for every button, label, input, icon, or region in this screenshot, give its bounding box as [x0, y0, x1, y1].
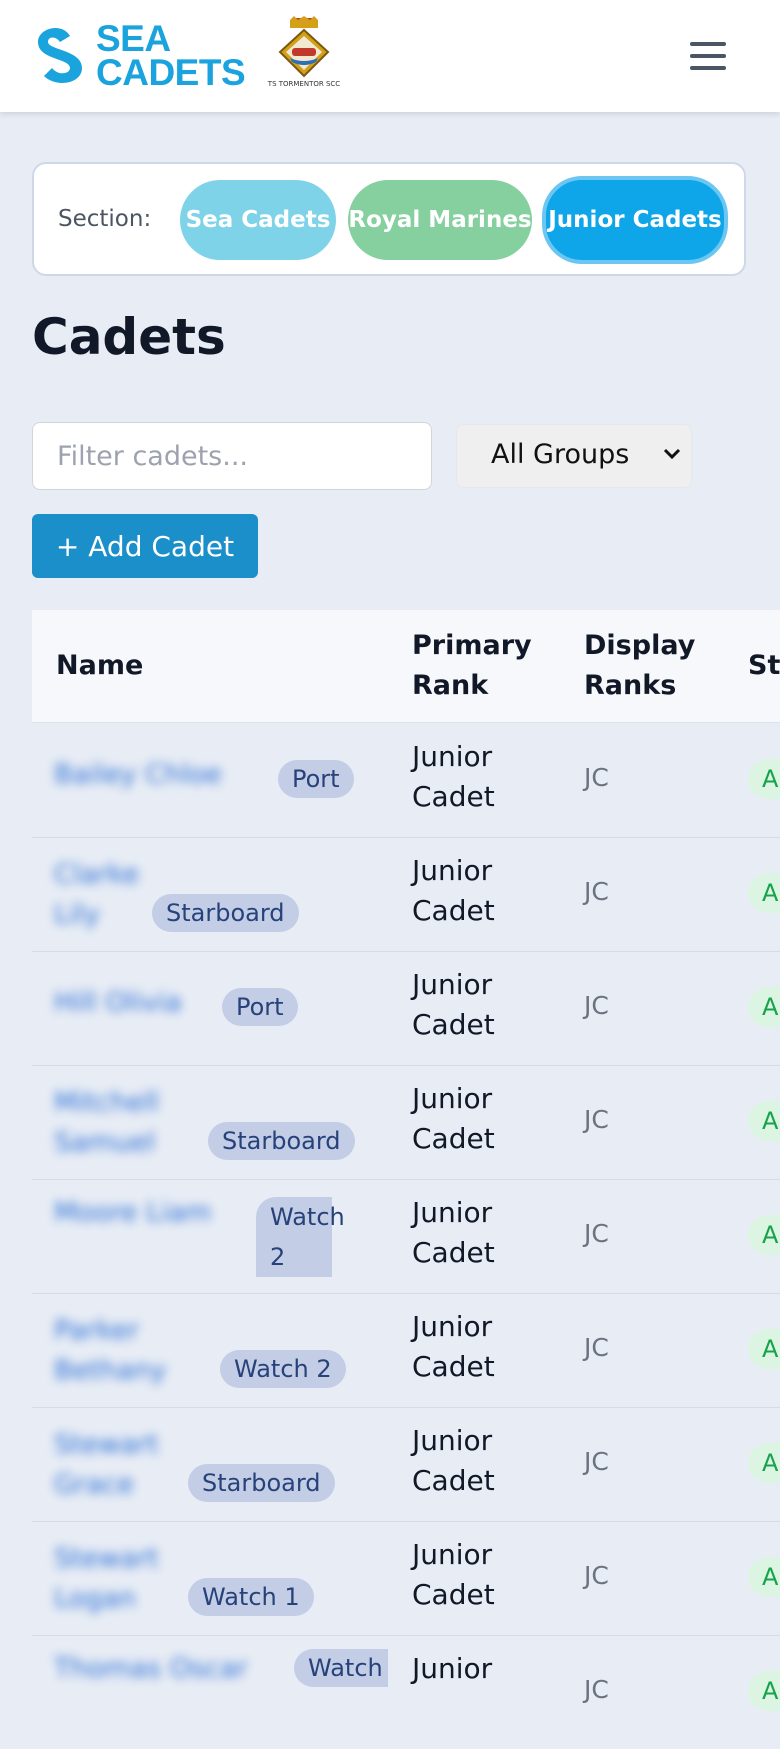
hamburger-icon-bar	[690, 66, 726, 70]
status-badge: A	[748, 1329, 780, 1369]
column-header-name[interactable]: Name	[56, 646, 143, 686]
crest-caption: TS TORMENTOR SCC	[267, 80, 341, 88]
table-header: Name Primary Rank Display Ranks St	[32, 610, 780, 723]
table-row[interactable]: Mitchell Samuel Starboard Junior Cadet J…	[32, 1065, 780, 1180]
name-cell: Mitchell Samuel Starboard	[54, 1065, 384, 1179]
section-pill-royal-marines[interactable]: Royal Marines	[348, 180, 532, 260]
logo-line-1: SEA	[96, 18, 171, 59]
table-row[interactable]: Clarke Lily Starboard Junior Cadet JC A	[32, 837, 780, 952]
status-badge: A	[748, 987, 780, 1027]
wave-icon	[38, 28, 82, 83]
primary-rank-cell: Junior Cadet	[412, 1082, 495, 1155]
logo-wordmark: SEA CADETS	[96, 18, 246, 93]
status-badge: A	[748, 1101, 780, 1141]
section-pill-junior-cadets[interactable]: Junior Cadets	[542, 176, 728, 264]
table-row[interactable]: Bailey Chloe Port Junior Cadet JC A	[32, 723, 780, 838]
name-cell: Stewart Grace Starboard	[54, 1407, 384, 1521]
group-badge: Watch 1	[188, 1578, 314, 1616]
cadet-name-link[interactable]: Parker Bethany	[54, 1311, 174, 1391]
group-badge: Watch 2	[220, 1350, 346, 1388]
group-badge: Starboard	[152, 894, 299, 932]
status-badge: A	[748, 1443, 780, 1483]
cadet-name-link[interactable]: Moore Liam	[54, 1197, 211, 1228]
cadet-name-link[interactable]: Hill Olivia	[54, 987, 182, 1018]
crest-icon	[278, 16, 330, 78]
cadet-name-link[interactable]: Mitchell Samuel	[54, 1083, 174, 1163]
section-pill-sea-cadets[interactable]: Sea Cadets	[180, 180, 336, 260]
status-badge: A	[748, 1557, 780, 1597]
primary-rank-cell: Junior	[412, 1652, 493, 1685]
filter-cadets-input[interactable]	[32, 422, 432, 490]
table-row[interactable]: Thomas Oscar Watch Junior JC A	[32, 1635, 780, 1749]
group-badge: Watch	[294, 1649, 388, 1687]
status-badge: A	[748, 1671, 780, 1711]
group-badge: Starboard	[208, 1122, 355, 1160]
name-cell: Hill Olivia Port	[54, 951, 384, 1065]
hamburger-icon-bar	[690, 54, 726, 58]
unit-crest: TS TORMENTOR SCC	[266, 16, 342, 96]
name-cell: Bailey Chloe Port	[54, 723, 384, 837]
menu-toggle-button[interactable]	[686, 36, 730, 76]
top-navbar: SEA CADETS TS TORMENTOR SCC	[0, 0, 780, 112]
primary-rank-cell: Junior Cadet	[412, 1424, 495, 1497]
group-badge: Port	[222, 988, 298, 1026]
display-ranks-cell: JC	[584, 991, 609, 1020]
name-cell: Moore Liam Watch 2	[54, 1179, 384, 1293]
table-row[interactable]: Hill Olivia Port Junior Cadet JC A	[32, 951, 780, 1066]
add-cadet-button[interactable]: + Add Cadet	[32, 514, 258, 578]
logo-line-2: CADETS	[96, 52, 246, 93]
primary-rank-cell: Junior Cadet	[412, 854, 495, 927]
chevron-down-icon	[663, 448, 681, 460]
group-badge: Starboard	[188, 1464, 335, 1502]
group-filter-value: All Groups	[491, 439, 630, 470]
name-cell: Parker Bethany Watch 2	[54, 1293, 384, 1407]
name-cell: Clarke Lily Starboard	[54, 837, 384, 951]
section-label: Section:	[58, 206, 152, 232]
status-badge: A	[748, 873, 780, 913]
name-cell: Stewart Logan Watch 1	[54, 1521, 384, 1635]
display-ranks-cell: JC	[584, 763, 609, 792]
primary-rank-cell: Junior Cadet	[412, 1538, 495, 1611]
sea-cadets-logo[interactable]: SEA CADETS	[30, 18, 260, 93]
status-badge: A	[748, 1215, 780, 1255]
display-ranks-cell: JC	[584, 1105, 609, 1134]
page-title: Cadets	[32, 308, 226, 366]
section-selector: Section: Sea Cadets Royal Marines Junior…	[32, 162, 746, 276]
cadet-name-link[interactable]: Bailey Chloe	[54, 759, 222, 790]
display-ranks-cell: JC	[584, 1675, 609, 1704]
table-row[interactable]: Moore Liam Watch 2 Junior Cadet JC A	[32, 1179, 780, 1294]
group-badge: Watch 2	[256, 1197, 345, 1277]
cadet-name-link[interactable]: Stewart Grace	[54, 1425, 174, 1505]
status-badge: A	[748, 759, 780, 799]
column-header-primary-rank[interactable]: Primary Rank	[412, 626, 562, 706]
cadet-name-link[interactable]: Stewart Logan	[54, 1539, 174, 1619]
table-row[interactable]: Parker Bethany Watch 2 Junior Cadet JC A	[32, 1293, 780, 1408]
table-row[interactable]: Stewart Grace Starboard Junior Cadet JC …	[32, 1407, 780, 1522]
primary-rank-cell: Junior Cadet	[412, 1196, 495, 1269]
name-cell: Thomas Oscar Watch	[54, 1635, 388, 1749]
column-header-display-ranks[interactable]: Display Ranks	[584, 626, 734, 706]
display-ranks-cell: JC	[584, 1333, 609, 1362]
display-ranks-cell: JC	[584, 1561, 609, 1590]
display-ranks-cell: JC	[584, 1447, 609, 1476]
column-header-status[interactable]: St	[748, 646, 780, 686]
primary-rank-cell: Junior Cadet	[412, 740, 495, 813]
group-badge: Port	[278, 760, 354, 798]
display-ranks-cell: JC	[584, 1219, 609, 1248]
primary-rank-cell: Junior Cadet	[412, 1310, 495, 1383]
hamburger-icon	[690, 42, 726, 46]
primary-rank-cell: Junior Cadet	[412, 968, 495, 1041]
cadet-name-link[interactable]: Thomas Oscar	[54, 1653, 247, 1684]
display-ranks-cell: JC	[584, 877, 609, 906]
table-row[interactable]: Stewart Logan Watch 1 Junior Cadet JC A	[32, 1521, 780, 1636]
group-filter-select[interactable]: All Groups	[456, 424, 692, 488]
